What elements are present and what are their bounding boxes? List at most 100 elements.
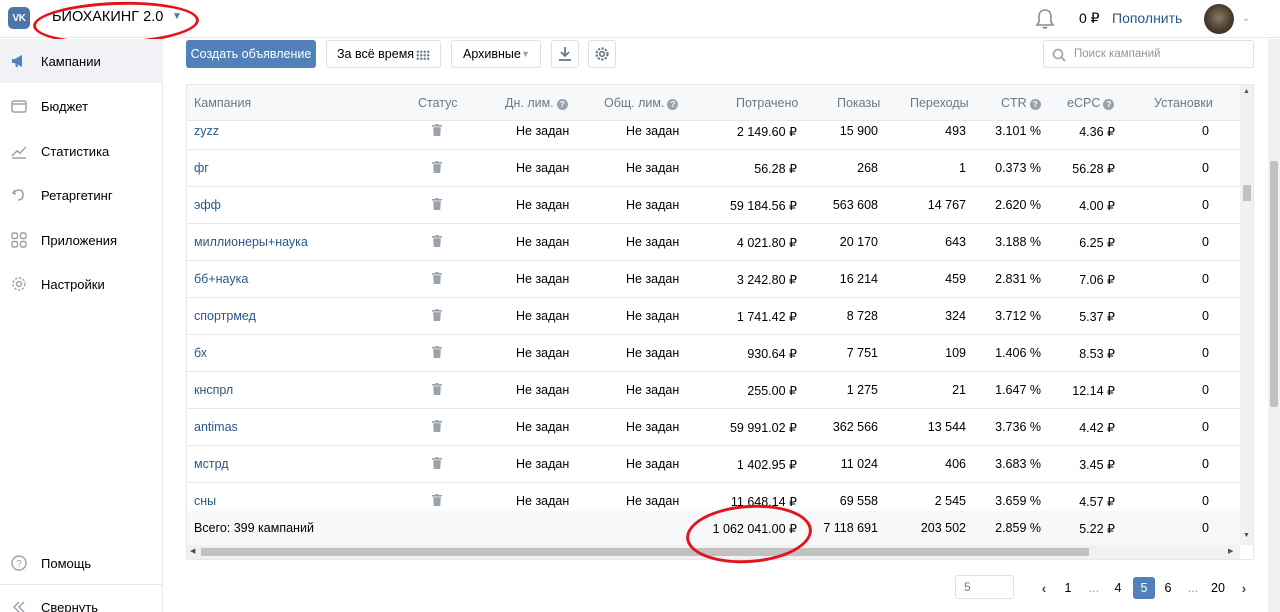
topup-link[interactable]: Пополнить bbox=[1112, 10, 1182, 26]
table-row[interactable]: спортрмед Не задан Не задан 1 741.42 ₽ 8 728… bbox=[187, 298, 1240, 335]
sidebar: Кампании Бюджет Статистика Ретаргетинг П… bbox=[0, 39, 163, 612]
campaign-name-link[interactable]: эфф bbox=[194, 198, 221, 212]
column-header-campaign[interactable]: Кампания bbox=[194, 96, 251, 110]
table-row[interactable]: сны Не задан Не задан 11 648.14 ₽69 558 2 54… bbox=[187, 483, 1240, 511]
cell-total-limit: Не задан bbox=[626, 272, 680, 286]
trash-icon[interactable] bbox=[432, 457, 442, 469]
sidebar-item-label: Бюджет bbox=[41, 98, 89, 114]
scrollbar-thumb[interactable] bbox=[1243, 185, 1251, 201]
per-page-field[interactable] bbox=[955, 575, 1014, 599]
sidebar-item-budget[interactable]: Бюджет bbox=[0, 84, 163, 128]
search-box[interactable] bbox=[1043, 40, 1254, 68]
campaign-name-link[interactable]: бх bbox=[194, 346, 207, 360]
table-row[interactable]: фг Не задан Не задан 56.28 ₽ 268 1 0.373 % 56.2… bbox=[187, 150, 1240, 187]
top-header: VK БИОХАКИНГ 2.0 ▼ 0 ₽ Пополнить ⌄ bbox=[0, 0, 1280, 47]
column-header-impressions[interactable]: Показы bbox=[837, 96, 880, 110]
cell-spent: 1 741.42 ₽ bbox=[736, 310, 797, 324]
sidebar-item-help[interactable]: ? Помощь bbox=[0, 541, 163, 585]
trash-icon[interactable] bbox=[432, 198, 442, 210]
campaign-name-link[interactable]: мстрд bbox=[194, 457, 229, 471]
archive-select[interactable]: Архивные ▼ bbox=[451, 40, 541, 68]
column-label: Общ. лим. bbox=[604, 96, 665, 110]
avatar[interactable] bbox=[1204, 4, 1234, 34]
sidebar-item-campaigns[interactable]: Кампании bbox=[0, 39, 163, 83]
vk-logo-icon[interactable]: VK bbox=[8, 7, 30, 29]
table-row[interactable]: бб+наука Не задан Не задан 3 242.80 ₽ 16 214… bbox=[187, 261, 1240, 298]
campaign-name-link[interactable]: бб+наука bbox=[194, 272, 248, 286]
table-row[interactable]: кнспрл Не задан Не задан 255.00 ₽ 1 275 21 1.6… bbox=[187, 372, 1240, 409]
campaign-name-link[interactable]: zyzz bbox=[194, 124, 219, 138]
column-header-clicks[interactable]: Переходы bbox=[910, 96, 969, 110]
page-link[interactable]: 6 bbox=[1159, 577, 1177, 599]
sidebar-item-settings[interactable]: Настройки bbox=[0, 262, 163, 306]
trash-icon[interactable] bbox=[432, 124, 442, 136]
table-row[interactable]: эфф Не задан Не задан 59 184.56 ₽ 563 608 14 … bbox=[187, 187, 1240, 224]
sidebar-item-retargeting[interactable]: Ретаргетинг bbox=[0, 173, 163, 217]
column-header-installs[interactable]: Установки bbox=[1154, 96, 1213, 110]
campaign-name-link[interactable]: спортрмед bbox=[194, 309, 256, 323]
scroll-up-icon[interactable]: ▲ bbox=[1243, 88, 1250, 95]
search-input[interactable] bbox=[1074, 46, 1249, 62]
table-row[interactable]: zyzz Не задан Не задан 2 149.60 ₽ 15 900 493 3… bbox=[187, 121, 1240, 150]
help-icon[interactable]: ? bbox=[667, 99, 679, 110]
prev-page-button[interactable]: ‹ bbox=[1036, 577, 1052, 599]
create-ad-button[interactable]: Создать объявление bbox=[186, 40, 316, 68]
column-header-ecpc[interactable]: eCPC? bbox=[1067, 96, 1115, 110]
column-header-status[interactable]: Статус bbox=[418, 96, 458, 110]
page-link[interactable]: 4 bbox=[1109, 577, 1127, 599]
campaign-name-link[interactable]: antimas bbox=[194, 420, 238, 434]
campaign-name-link[interactable]: миллионеры+наука bbox=[194, 235, 308, 249]
campaign-name-link[interactable]: фг bbox=[194, 161, 209, 175]
table-row[interactable]: мстрд Не задан Не задан 1 402.95 ₽ 11 024 406… bbox=[187, 446, 1240, 483]
table-row[interactable]: antimas Не задан Не задан 59 991.02 ₽ 362 56… bbox=[187, 409, 1240, 446]
trash-icon[interactable] bbox=[432, 235, 442, 247]
period-select[interactable]: За всё время bbox=[326, 40, 441, 68]
page-link-current[interactable]: 5 bbox=[1133, 577, 1155, 599]
table-vertical-scrollbar[interactable]: ▲ ▼ bbox=[1240, 85, 1253, 545]
trash-icon[interactable] bbox=[432, 161, 442, 173]
campaign-name-link[interactable]: кнспрл bbox=[194, 383, 233, 397]
trash-icon[interactable] bbox=[432, 494, 442, 506]
cell-ecpc: 4.57 ₽ bbox=[1079, 495, 1115, 509]
page-scrollbar[interactable] bbox=[1268, 39, 1280, 612]
scroll-right-icon[interactable]: ▶ bbox=[1228, 547, 1233, 555]
table-row[interactable]: миллионеры+наука Не задан Не задан 4 021.80… bbox=[187, 224, 1240, 261]
trash-icon[interactable] bbox=[432, 420, 442, 432]
trash-icon[interactable] bbox=[432, 309, 442, 321]
trash-icon[interactable] bbox=[432, 272, 442, 284]
apps-icon bbox=[11, 232, 27, 248]
cell-ctr: 3.188 % bbox=[995, 235, 1041, 249]
bell-icon[interactable] bbox=[1035, 8, 1055, 30]
column-header-day-limit[interactable]: Дн. лим.? bbox=[505, 96, 568, 110]
sidebar-item-statistics[interactable]: Статистика bbox=[0, 129, 163, 173]
help-icon: ? bbox=[11, 555, 27, 571]
sidebar-collapse[interactable]: Свернуть bbox=[0, 585, 163, 612]
campaign-name-link[interactable]: сны bbox=[194, 494, 216, 508]
cell-ecpc: 56.28 ₽ bbox=[1072, 162, 1115, 176]
chevron-down-icon[interactable]: ⌄ bbox=[1242, 13, 1250, 24]
svg-text:?: ? bbox=[16, 559, 22, 570]
scrollbar-thumb[interactable] bbox=[201, 548, 1089, 556]
cell-impressions: 20 170 bbox=[839, 235, 878, 249]
megaphone-icon bbox=[12, 55, 22, 67]
help-icon[interactable]: ? bbox=[556, 99, 568, 110]
trash-icon[interactable] bbox=[432, 346, 442, 358]
help-icon[interactable]: ? bbox=[1103, 99, 1115, 110]
column-header-total-limit[interactable]: Общ. лим.? bbox=[604, 96, 679, 110]
scroll-down-icon[interactable]: ▼ bbox=[1243, 532, 1250, 539]
next-page-button[interactable]: › bbox=[1236, 577, 1252, 599]
trash-icon[interactable] bbox=[432, 383, 442, 395]
page-link[interactable]: 1 bbox=[1059, 577, 1077, 599]
page-link[interactable]: 20 bbox=[1208, 577, 1228, 599]
per-page-input[interactable] bbox=[964, 580, 1004, 594]
download-button[interactable] bbox=[551, 40, 579, 68]
scroll-left-icon[interactable]: ◀ bbox=[190, 547, 195, 555]
help-icon[interactable]: ? bbox=[1029, 99, 1041, 110]
sidebar-item-apps[interactable]: Приложения bbox=[0, 218, 163, 262]
cell-ctr: 3.659 % bbox=[995, 494, 1041, 508]
column-header-spent[interactable]: Потрачено bbox=[736, 96, 798, 110]
settings-button[interactable] bbox=[588, 40, 616, 68]
column-header-ctr[interactable]: CTR? bbox=[1001, 96, 1041, 110]
scrollbar-thumb[interactable] bbox=[1270, 161, 1278, 407]
table-row[interactable]: бх Не задан Не задан 930.64 ₽ 7 751 109 1.406 … bbox=[187, 335, 1240, 372]
